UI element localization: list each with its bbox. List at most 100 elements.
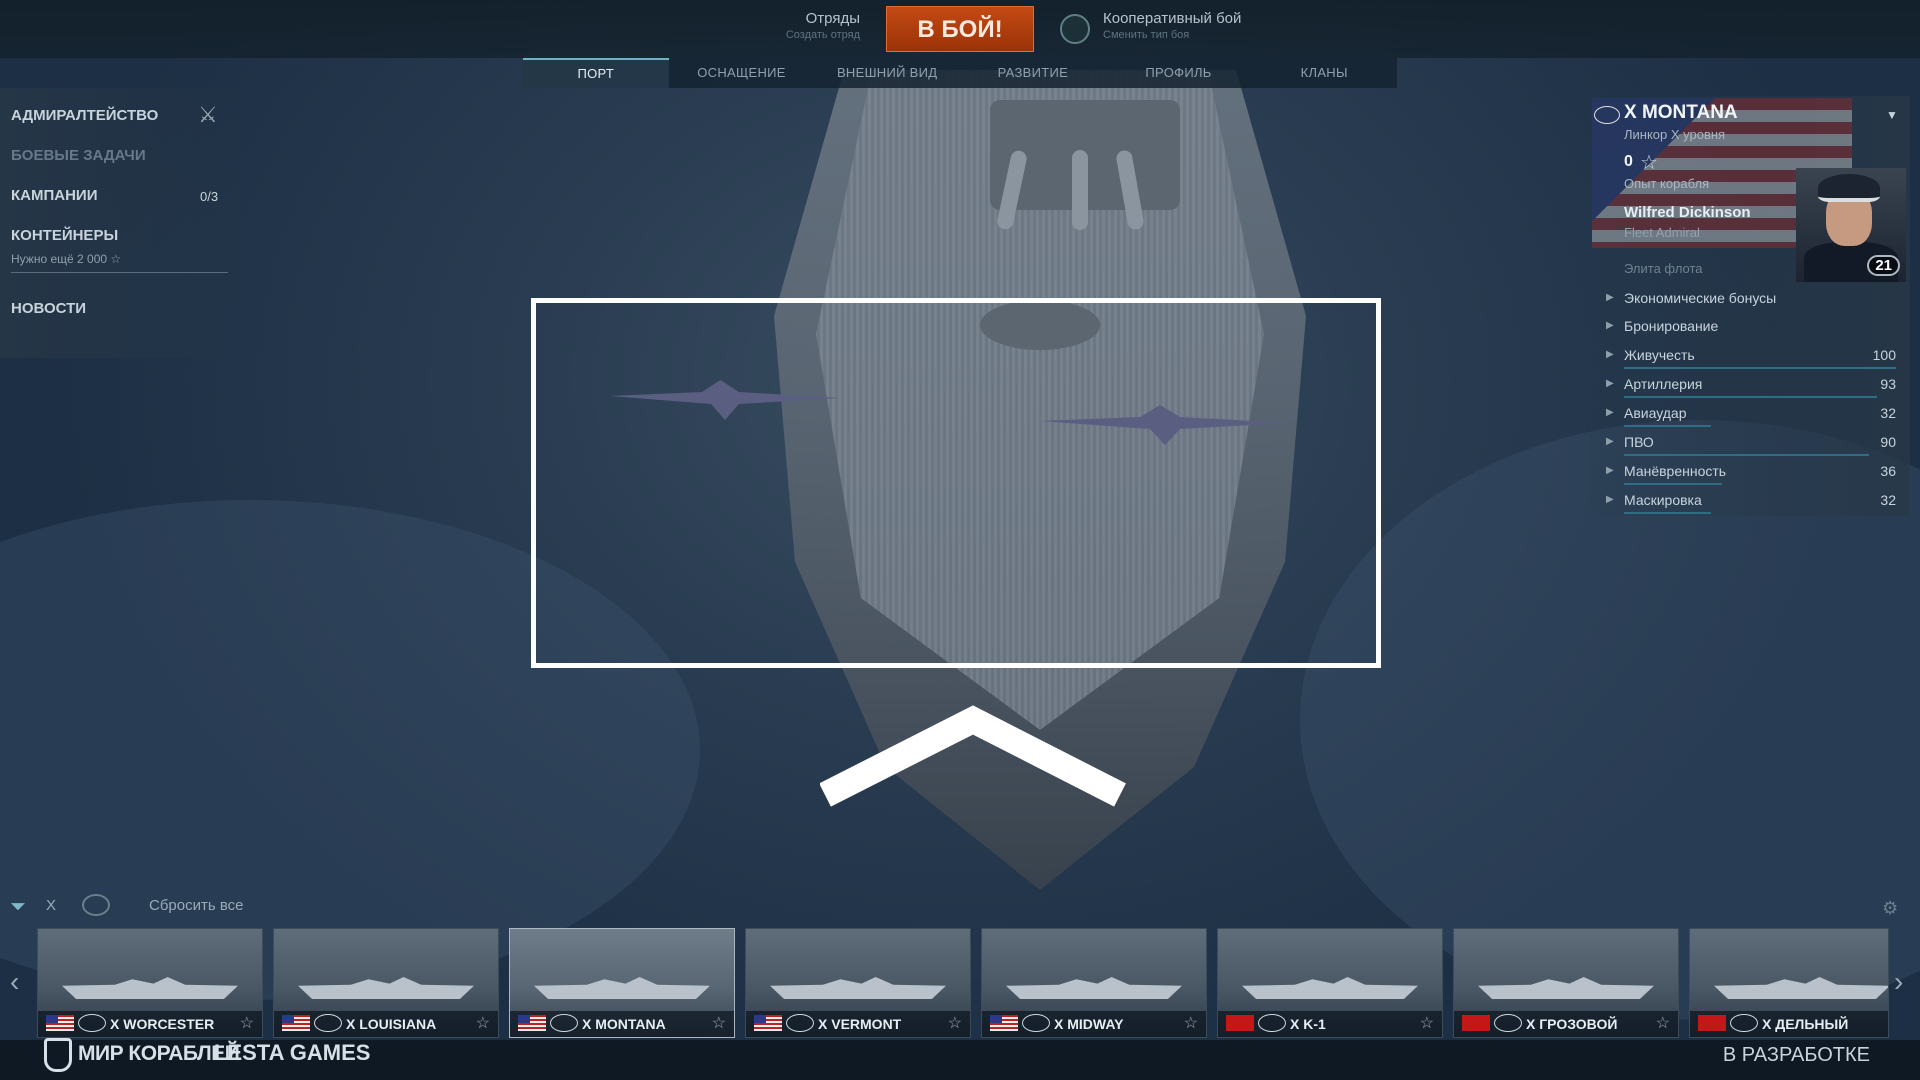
stat-maneuverability[interactable]: ▶ Манёвренность 36: [1606, 459, 1896, 487]
ussr-flag-icon: [1462, 1015, 1490, 1031]
tab-exterior[interactable]: ВНЕШНИЙ ВИД: [814, 58, 960, 88]
battleship-class-icon: [78, 1014, 106, 1032]
mode-sub: Сменить тип боя: [1103, 29, 1190, 41]
development-status: В РАЗРАБОТКЕ: [1722, 1044, 1870, 1066]
star-icon: ☆: [239, 1015, 254, 1032]
stat-bar: [1624, 512, 1711, 514]
stat-label: Живучесть: [1624, 347, 1695, 363]
ship-card[interactable]: X VERMONT ☆: [745, 928, 971, 1038]
ship-card[interactable]: X ДЕЛЬНЫЙ: [1689, 928, 1889, 1038]
gear-icon[interactable]: ⚙: [1882, 898, 1898, 919]
squads-button[interactable]: Отряды Создать отряд: [760, 10, 860, 41]
ship-silhouette: [1714, 977, 1888, 999]
stat-survivability[interactable]: ▶ Живучесть 100: [1606, 343, 1896, 371]
mode-label: Кооперативный бой: [1103, 10, 1242, 27]
ship-card-name: X K-1: [1290, 1016, 1326, 1032]
stat-bar: [1624, 396, 1877, 398]
publisher-logo: LESTA GAMES: [214, 1040, 371, 1065]
menu-containers[interactable]: КОНТЕЙНЕРЫ: [11, 227, 118, 244]
star-icon: ☆: [1655, 1015, 1670, 1032]
stat-artillery[interactable]: ▶ Артиллерия 93: [1606, 372, 1896, 400]
captain-portrait[interactable]: 21: [1796, 168, 1906, 282]
battle-mode-selector[interactable]: Кооперативный бой Сменить тип боя: [1103, 10, 1241, 41]
battleship-class-icon: [314, 1014, 342, 1032]
stat-bar: [1624, 483, 1722, 485]
stat-bar: [1624, 425, 1711, 427]
ussr-flag-icon: [1226, 1015, 1254, 1031]
ship-card[interactable]: X WORCESTER ☆: [37, 928, 263, 1038]
stat-value: 100: [1872, 347, 1896, 363]
squads-label: Отряды: [805, 10, 860, 27]
tab-equipment[interactable]: ОСНАЩЕНИЕ: [669, 58, 815, 88]
stat-label: Бронирование: [1624, 318, 1719, 334]
stat-label: Маскировка: [1624, 492, 1702, 508]
carousel-right-arrow-icon[interactable]: ›: [1894, 966, 1903, 998]
menu-campaigns[interactable]: КАМПАНИИ: [11, 187, 98, 204]
stat-label: Манёвренность: [1624, 463, 1727, 479]
ship-name[interactable]: X MONTANA: [1624, 102, 1738, 124]
portrait-cap: [1818, 174, 1880, 202]
ship-silhouette: [534, 977, 710, 999]
stat-bar: [1624, 367, 1896, 369]
us-flag-icon: [754, 1015, 782, 1031]
menu-missions[interactable]: БОЕВЫЕ ЗАДАЧИ: [11, 147, 146, 164]
ship-card-name: X WORCESTER: [110, 1016, 215, 1032]
ship-carousel: ‹ › X WORCESTER ☆ X LOUISIANA ☆ X MONTAN…: [0, 928, 1920, 1040]
chevron-down-icon[interactable]: ▼: [1886, 108, 1898, 122]
expand-arrow-icon: ▶: [1606, 494, 1614, 505]
stat-value: 90: [1880, 434, 1896, 450]
ship-card[interactable]: X LOUISIANA ☆: [273, 928, 499, 1038]
stat-economic-bonuses[interactable]: ▶ Экономические бонусы: [1606, 286, 1896, 314]
ship-card-selected[interactable]: X MONTANA ☆: [509, 928, 735, 1038]
stat-value: 32: [1880, 405, 1896, 421]
stat-concealment[interactable]: ▶ Маскировка 32: [1606, 488, 1896, 516]
coop-mode-icon[interactable]: [1060, 14, 1090, 44]
ship-card[interactable]: X K-1 ☆: [1217, 928, 1443, 1038]
stat-value: 93: [1880, 376, 1896, 392]
ship-type-filter-icon[interactable]: [82, 894, 110, 916]
reset-filters-button[interactable]: Сбросить все: [149, 897, 243, 914]
ship-card-name: X MONTANA: [582, 1016, 666, 1032]
ussr-flag-icon: [1698, 1015, 1726, 1031]
menu-news[interactable]: НОВОСТИ: [11, 300, 86, 317]
crossed-swords-icon[interactable]: ⚔: [198, 102, 218, 128]
ship-silhouette: [770, 977, 946, 999]
star-icon: ☆: [1640, 152, 1658, 174]
ship-card[interactable]: X ГРОЗОВОЙ ☆: [1453, 928, 1679, 1038]
us-flag-icon: [282, 1015, 310, 1031]
stat-airstrike[interactable]: ▶ Авиаудар 32: [1606, 401, 1896, 429]
expand-arrow-icon: ▶: [1606, 292, 1614, 303]
tab-port[interactable]: ПОРТ: [523, 58, 669, 88]
destroyer-class-icon: [1730, 1014, 1758, 1032]
stat-label: Экономические бонусы: [1624, 290, 1777, 306]
menu-admiralty[interactable]: АДМИРАЛТЕЙСТВО: [11, 107, 158, 124]
ship-xp-value: 0: [1624, 153, 1633, 170]
captain-rank: Fleet Admiral: [1624, 225, 1700, 240]
ship-card[interactable]: X MIDWAY ☆: [981, 928, 1207, 1038]
stat-label: Авиаудар: [1624, 405, 1687, 421]
star-icon: ☆: [711, 1015, 726, 1032]
stat-aa-defense[interactable]: ▶ ПВО 90: [1606, 430, 1896, 458]
ship-card-name: X VERMONT: [818, 1016, 902, 1032]
carousel-left-arrow-icon[interactable]: ‹: [10, 966, 19, 998]
star-icon: ☆: [475, 1015, 490, 1032]
filter-icon[interactable]: ⏷: [10, 896, 26, 919]
main-tabs: ПОРТ ОСНАЩЕНИЕ ВНЕШНИЙ ВИД РАЗВИТИЕ ПРОФ…: [523, 58, 1397, 88]
filter-tier[interactable]: X: [46, 897, 56, 914]
stat-armor[interactable]: ▶ Бронирование: [1606, 314, 1896, 342]
expand-arrow-icon: ▶: [1606, 349, 1614, 360]
us-flag-icon: [518, 1015, 546, 1031]
expand-arrow-icon: ▶: [1606, 465, 1614, 476]
battleship-class-icon: [550, 1014, 578, 1032]
tab-clans[interactable]: КЛАНЫ: [1251, 58, 1397, 88]
destroyer-class-icon: [1494, 1014, 1522, 1032]
ship-card-name: X MIDWAY: [1054, 1016, 1124, 1032]
containers-progress-bar: [11, 272, 228, 273]
ship-silhouette: [62, 977, 238, 999]
tab-research[interactable]: РАЗВИТИЕ: [960, 58, 1106, 88]
stat-label: Артиллерия: [1624, 376, 1703, 392]
battle-button[interactable]: В БОЙ!: [886, 6, 1034, 52]
chevron-up-icon: [820, 705, 1126, 807]
captain-name[interactable]: Wilfred Dickinson: [1624, 204, 1751, 221]
tab-profile[interactable]: ПРОФИЛЬ: [1106, 58, 1252, 88]
